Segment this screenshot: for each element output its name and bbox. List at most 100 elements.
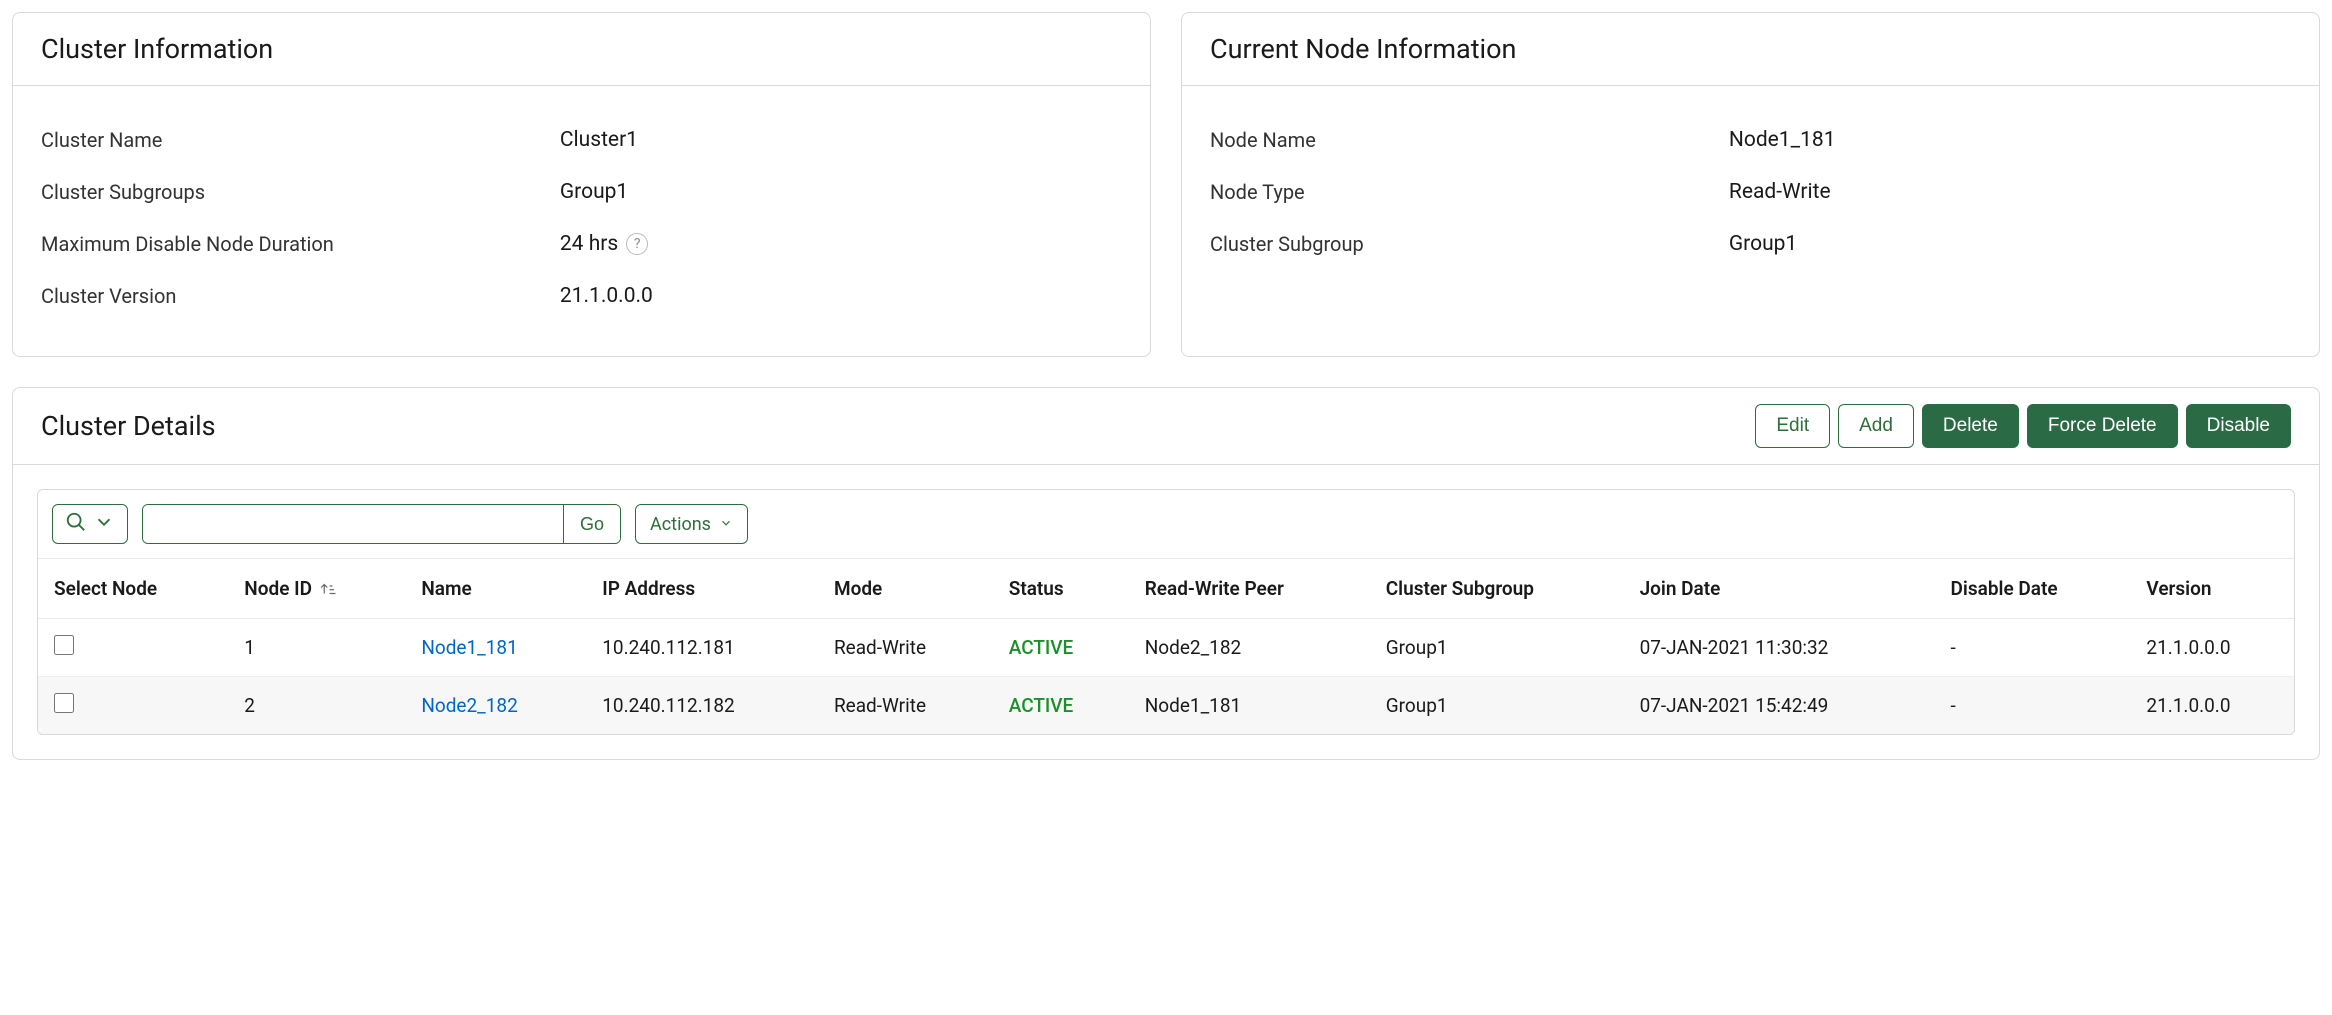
info-value: Cluster1: [560, 128, 638, 152]
column-header-label: Read-Write Peer: [1145, 577, 1284, 600]
cluster-details-title: Cluster Details: [41, 410, 216, 442]
actions-dropdown-label: Actions: [650, 514, 711, 535]
column-header[interactable]: Status: [993, 559, 1129, 619]
go-button[interactable]: Go: [563, 505, 620, 543]
node-link[interactable]: Node1_181: [421, 636, 517, 659]
peer-cell: Node1_181: [1129, 677, 1370, 735]
current-node-information-title: Current Node Information: [1182, 13, 2319, 86]
join-date-cell: 07-JAN-2021 15:42:49: [1624, 677, 1935, 735]
join-date-cell-text: 07-JAN-2021 11:30:32: [1640, 636, 1829, 659]
info-label: Cluster Subgroups: [41, 180, 560, 204]
search-scope-dropdown[interactable]: [52, 504, 128, 544]
column-header[interactable]: Mode: [818, 559, 993, 619]
table-toolbar: Go Actions: [38, 490, 2294, 558]
column-header-label: IP Address: [602, 577, 695, 600]
column-header[interactable]: Version: [2130, 559, 2294, 619]
node-link[interactable]: Node2_182: [421, 694, 517, 717]
info-row: Node NameNode1_181: [1210, 114, 2291, 166]
column-header[interactable]: Node ID: [228, 559, 405, 619]
column-header[interactable]: Name: [405, 559, 586, 619]
column-header[interactable]: IP Address: [586, 559, 818, 619]
info-row: Node TypeRead-Write: [1210, 166, 2291, 218]
status-badge: ACTIVE: [1009, 694, 1074, 717]
actions-dropdown[interactable]: Actions: [635, 504, 748, 544]
info-value: 24 hrs?: [560, 232, 648, 256]
info-label: Cluster Subgroup: [1210, 232, 1729, 256]
delete-button[interactable]: Delete: [1922, 404, 2019, 448]
ip-address-cell: 10.240.112.182: [586, 677, 818, 735]
cluster-information-card: Cluster Information Cluster NameCluster1…: [12, 12, 1151, 357]
column-header[interactable]: Select Node: [38, 559, 228, 619]
subgroup-cell-text: Group1: [1386, 636, 1448, 659]
status-badge: ACTIVE: [1009, 636, 1074, 659]
peer-cell-text: Node1_181: [1145, 694, 1241, 717]
add-button[interactable]: Add: [1838, 404, 1914, 448]
info-value-text: Group1: [560, 180, 628, 204]
column-header-label: Cluster Subgroup: [1386, 577, 1534, 600]
row-select-checkbox[interactable]: [54, 635, 74, 655]
info-value: 21.1.0.0.0: [560, 284, 653, 308]
disable-date-cell-text: -: [1951, 694, 1956, 717]
column-header-label: Mode: [834, 577, 882, 600]
cluster-details-table: Select Node Node ID Name IP Address Mode Stat…: [38, 558, 2294, 734]
ip-address-cell: 10.240.112.181: [586, 619, 818, 677]
info-value: Node1_181: [1729, 128, 1836, 152]
column-header-label: Disable Date: [1951, 577, 2058, 600]
version-cell: 21.1.0.0.0: [2130, 677, 2294, 735]
ip-address-cell-text: 10.240.112.181: [602, 636, 735, 659]
column-header-label: Name: [421, 577, 471, 600]
column-header-label: Select Node: [54, 577, 157, 600]
subgroup-cell-text: Group1: [1386, 694, 1448, 717]
info-row: Cluster NameCluster1: [41, 114, 1122, 166]
row-select-checkbox[interactable]: [54, 693, 74, 713]
info-label: Node Type: [1210, 180, 1729, 204]
info-value: Group1: [1729, 232, 1797, 256]
info-value-text: 21.1.0.0.0: [560, 284, 653, 308]
help-icon[interactable]: ?: [626, 233, 648, 255]
subgroup-cell: Group1: [1370, 619, 1624, 677]
column-header-label: Status: [1009, 577, 1064, 600]
column-header-label: Node ID: [244, 577, 312, 600]
info-value: Read-Write: [1729, 180, 1831, 204]
info-row: Cluster SubgroupGroup1: [1210, 218, 2291, 270]
peer-cell: Node2_182: [1129, 619, 1370, 677]
peer-cell-text: Node2_182: [1145, 636, 1241, 659]
column-header[interactable]: Read-Write Peer: [1129, 559, 1370, 619]
column-header-label: Version: [2146, 577, 2211, 600]
table-row: 2 Node2_182 10.240.112.182 Read-Write ACTIVE…: [38, 677, 2294, 735]
node-name-link: Node2_182: [405, 677, 586, 735]
column-header[interactable]: Disable Date: [1935, 559, 2131, 619]
mode-cell-text: Read-Write: [834, 636, 926, 659]
mode-cell: Read-Write: [818, 619, 993, 677]
info-row: Cluster Version21.1.0.0.0: [41, 270, 1122, 322]
info-value-text: Cluster1: [560, 128, 638, 152]
subgroup-cell: Group1: [1370, 677, 1624, 735]
version-cell: 21.1.0.0.0: [2130, 619, 2294, 677]
search-icon: [65, 511, 87, 538]
join-date-cell-text: 07-JAN-2021 15:42:49: [1640, 694, 1829, 717]
cluster-information-title: Cluster Information: [13, 13, 1150, 86]
version-cell-text: 21.1.0.0.0: [2146, 636, 2230, 659]
sort-ascending-icon: [318, 580, 338, 598]
column-header[interactable]: Join Date: [1624, 559, 1935, 619]
info-label: Cluster Name: [41, 128, 560, 152]
version-cell-text: 21.1.0.0.0: [2146, 694, 2230, 717]
column-header-label: Join Date: [1640, 577, 1721, 600]
force-delete-button[interactable]: Force Delete: [2027, 404, 2178, 448]
chevron-down-icon: [719, 514, 733, 535]
mode-cell-text: Read-Write: [834, 694, 926, 717]
disable-button[interactable]: Disable: [2186, 404, 2291, 448]
node-id-cell: 2: [228, 677, 405, 735]
current-node-information-card: Current Node Information Node NameNode1_…: [1181, 12, 2320, 357]
join-date-cell: 07-JAN-2021 11:30:32: [1624, 619, 1935, 677]
mode-cell: Read-Write: [818, 677, 993, 735]
ip-address-cell-text: 10.240.112.182: [602, 694, 735, 717]
status-cell: ACTIVE: [993, 677, 1129, 735]
search-input[interactable]: [143, 505, 563, 543]
info-row: Cluster SubgroupsGroup1: [41, 166, 1122, 218]
edit-button[interactable]: Edit: [1755, 404, 1830, 448]
cluster-details-table-wrapper: Go Actions Select Node Node ID Name IP Addr…: [37, 489, 2295, 735]
info-label: Cluster Version: [41, 284, 560, 308]
column-header[interactable]: Cluster Subgroup: [1370, 559, 1624, 619]
info-label: Maximum Disable Node Duration: [41, 232, 560, 256]
